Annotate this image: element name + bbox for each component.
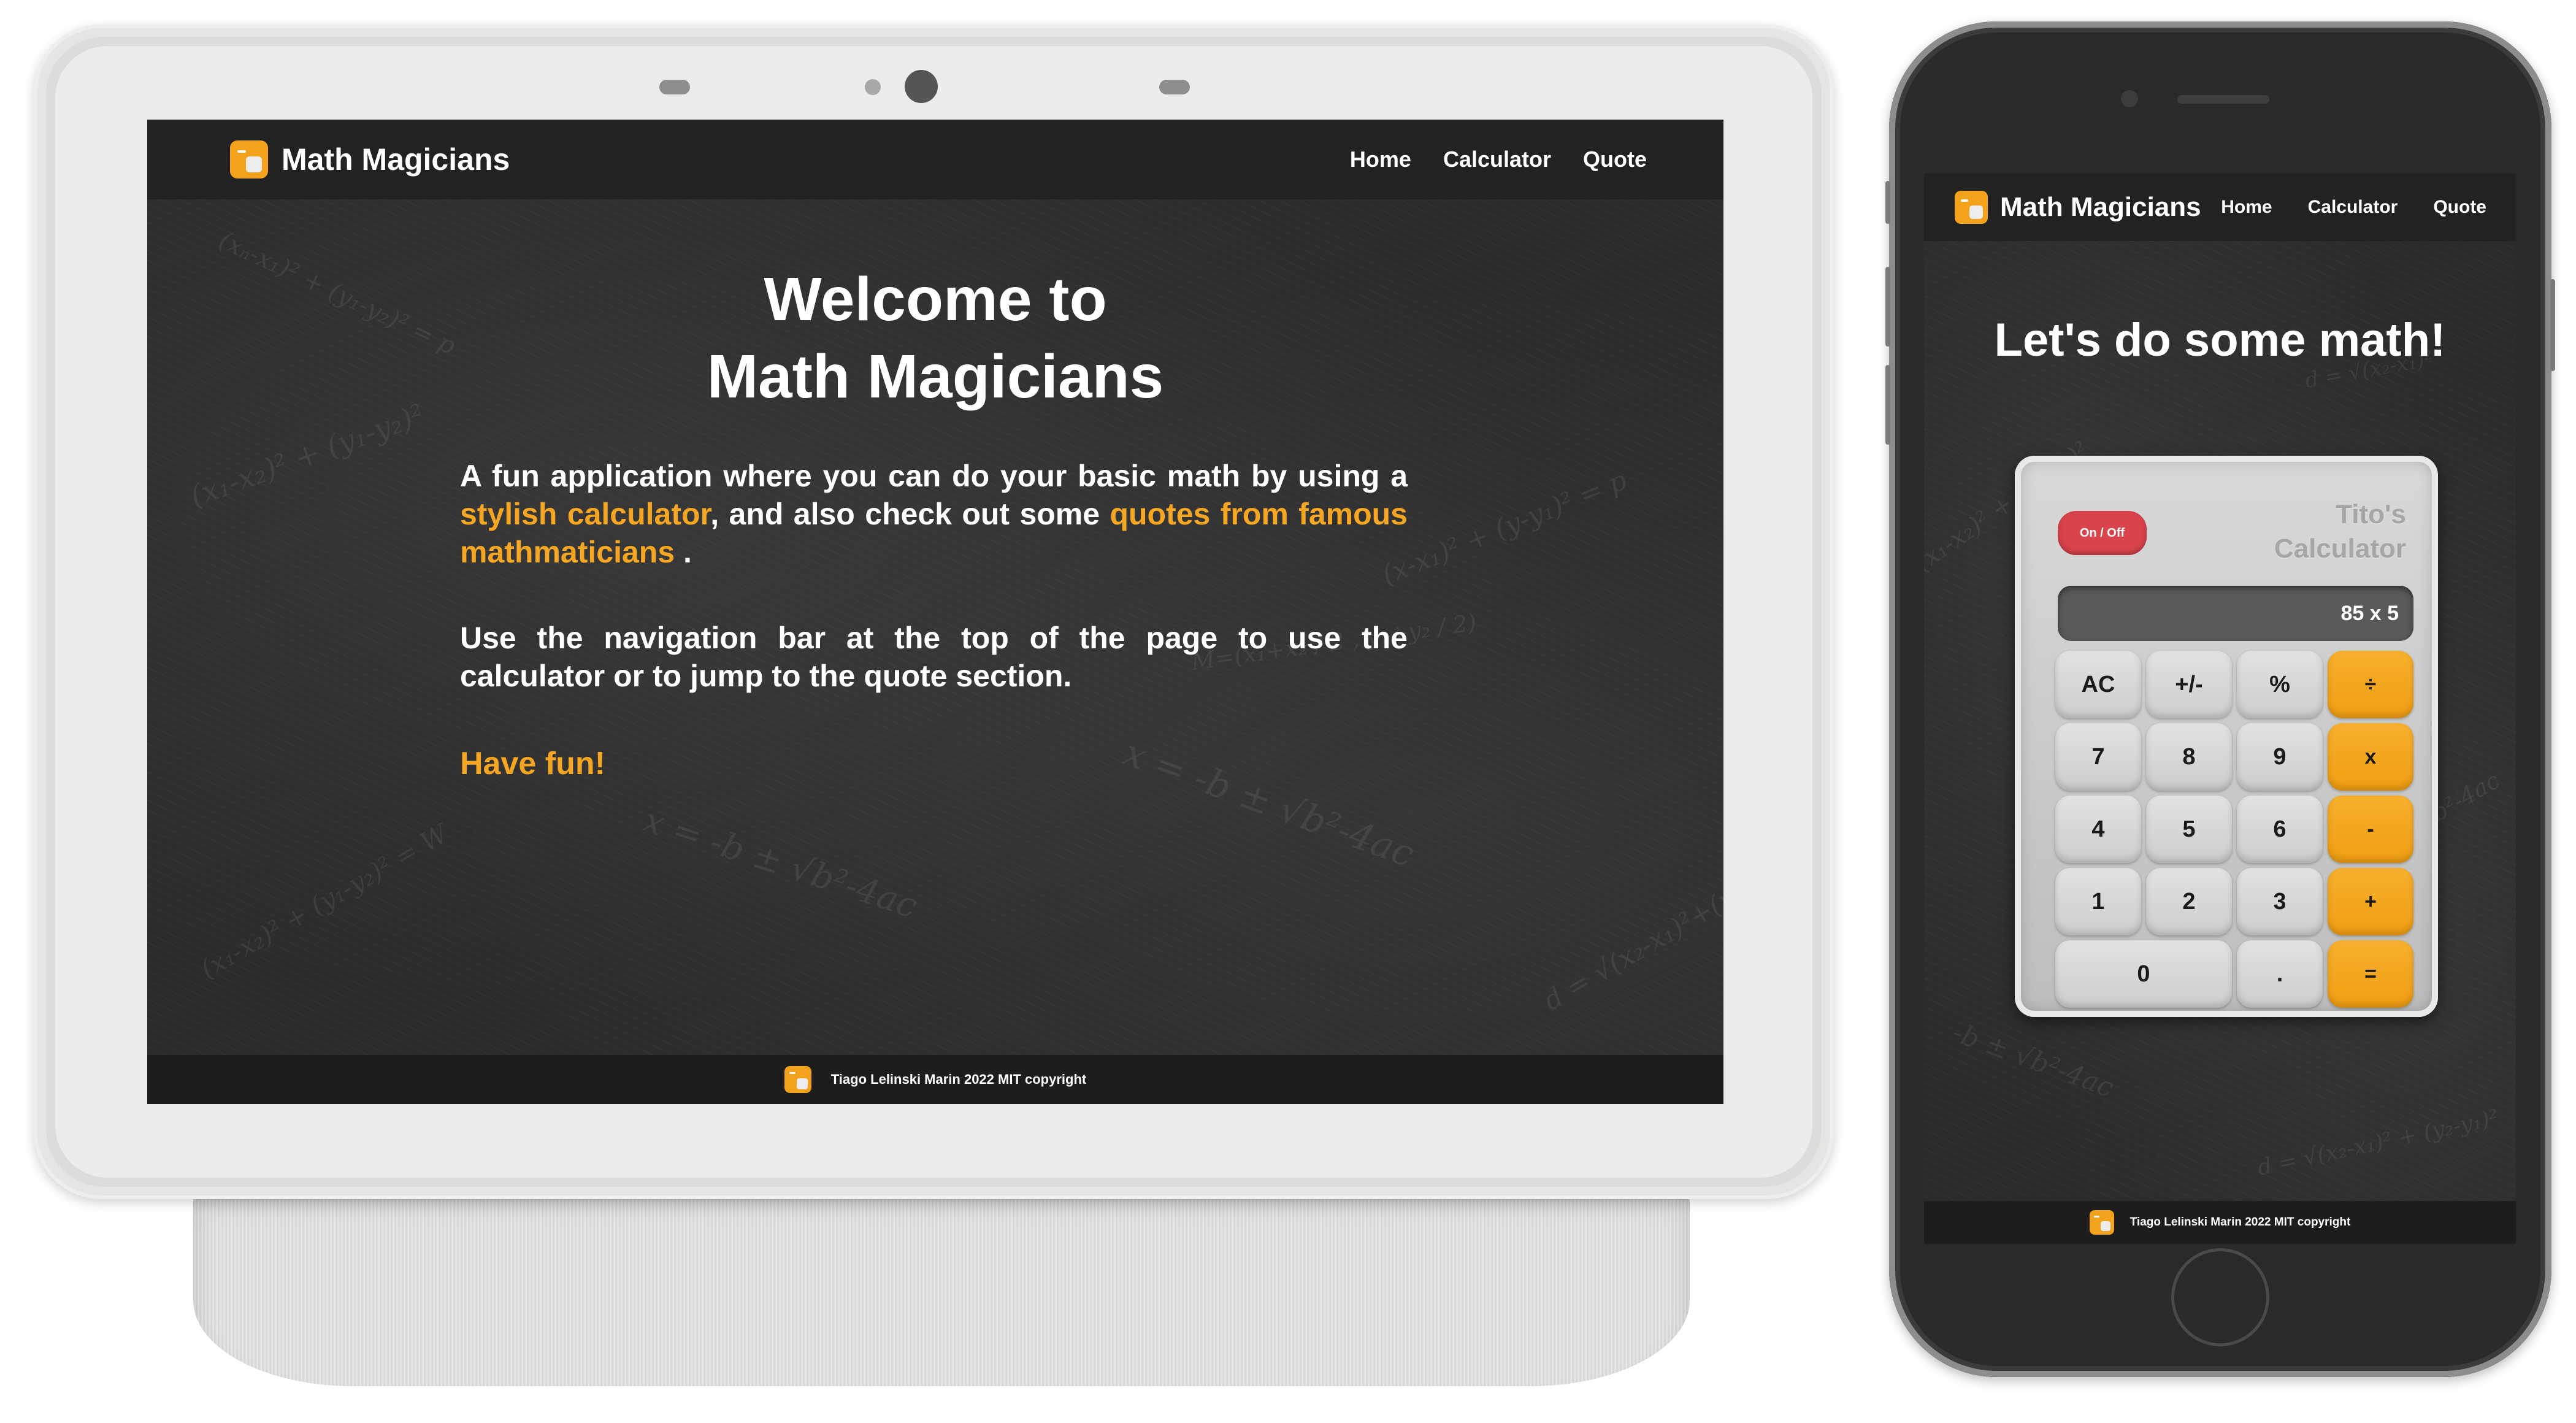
calc-key[interactable]: 4	[2055, 796, 2141, 863]
phone-volume-down	[1885, 365, 1890, 445]
chalk-formula: x = -b ± √b²-4ac	[1118, 731, 1420, 876]
home-button[interactable]	[2171, 1248, 2269, 1346]
phone-screen-calculator-page: (x₁-x₂)² + (y₁-y₂)² d = √(x₂-x₁)² -b ± √…	[1924, 174, 2516, 1244]
hub-sensor-dot	[865, 79, 881, 95]
calculator-brand-label: Tito's Calculator	[2274, 497, 2406, 566]
calculator-brand-line-1: Tito's	[2336, 499, 2406, 529]
calculator-icon	[784, 1066, 811, 1093]
brand[interactable]: Math Magicians	[1955, 191, 2201, 224]
calculator-heading: Let's do some math!	[1994, 314, 2446, 366]
intro-text-start: A fun application where you can do your …	[460, 459, 1408, 493]
nav-link-calculator[interactable]: Calculator	[1443, 147, 1551, 172]
brand[interactable]: Math Magicians	[230, 140, 510, 178]
nav-link-calculator[interactable]: Calculator	[2308, 197, 2398, 218]
calc-key[interactable]: %	[2237, 651, 2323, 718]
calc-key[interactable]: 3	[2237, 868, 2323, 935]
calculator-icon	[2089, 1210, 2114, 1235]
chalk-formula: -b ± √b²-4ac	[1948, 1016, 2118, 1104]
footer: Tiago Lelinski Marin 2022 MIT copyright	[147, 1055, 1723, 1104]
footer-copyright: Tiago Lelinski Marin 2022 MIT copyright	[830, 1072, 1087, 1087]
intro-text-end: .	[675, 535, 692, 569]
nav-links: Home Calculator Quote	[2209, 197, 2486, 218]
have-fun-text: Have fun!	[460, 746, 605, 781]
front-camera-icon	[2121, 90, 2138, 107]
calc-key[interactable]: 0	[2055, 940, 2232, 1008]
hub-camera-icon	[905, 70, 938, 103]
navbar: Math Magicians Home Calculator Quote	[1924, 174, 2516, 241]
nav-links: Home Calculator Quote	[1318, 147, 1647, 172]
phone-power-button	[2550, 279, 2555, 371]
phone-device-frame: (x₁-x₂)² + (y₁-y₂)² d = √(x₂-x₁)² -b ± √…	[1885, 21, 2555, 1377]
chalk-formula: x = -b ± √b²-4ac	[638, 800, 922, 927]
calc-key[interactable]: 5	[2146, 796, 2232, 863]
hub-sensor-right	[1159, 80, 1190, 94]
title-line-2: Math Magicians	[707, 342, 1164, 411]
calc-key[interactable]: +	[2328, 868, 2413, 935]
calculator-display: 85 x 5	[2058, 586, 2413, 641]
calculator: On / Off Tito's Calculator 85 x 5 AC +/-%…	[2015, 456, 2438, 1017]
phone-volume-up	[1885, 267, 1890, 347]
footer-copyright: Tiago Lelinski Marin 2022 MIT copyright	[2129, 1216, 2351, 1229]
calculator-keypad: AC +/-% ÷ 7 8 9 x 4 5 6- 1 2 3 +0. =	[2055, 651, 2417, 1008]
calc-key[interactable]: .	[2237, 940, 2323, 1008]
calc-key[interactable]: -	[2328, 796, 2413, 863]
chalk-formula: (x-x₁)² + (y-y₁)² = p	[1377, 464, 1631, 591]
phone-speaker	[2177, 95, 2269, 104]
chalk-formula: (x₁-x₂)² + (y₁-y₂)² = W	[195, 818, 453, 984]
calc-key[interactable]: 9	[2237, 723, 2323, 791]
chalk-formula: d = √(x₂-x₁)²+(y₂-y₁)²	[1538, 848, 1723, 1017]
intro-text-mid: , and also check out some	[710, 497, 1110, 531]
stylish-calculator-link[interactable]: stylish calculator	[460, 497, 710, 531]
calculator-brand-line-2: Calculator	[2274, 534, 2406, 564]
nav-link-home[interactable]: Home	[2221, 197, 2272, 218]
navbar: Math Magicians Home Calculator Quote	[147, 120, 1723, 199]
device-mockup-stage: (x₁-x₂)² + (y₁-y₂)² (xₙ-x₁)² + (y₁-y₂)² …	[0, 0, 2576, 1423]
calc-key[interactable]: +/-	[2146, 651, 2232, 718]
calculator-icon	[1955, 191, 1988, 224]
brand-name: Math Magicians	[282, 142, 510, 177]
hub-speaker-base	[193, 1184, 1690, 1386]
calc-key[interactable]: 1	[2055, 868, 2141, 935]
calc-key[interactable]: 8	[2146, 723, 2232, 791]
phone-mute-switch	[1885, 181, 1890, 224]
calc-key[interactable]: AC	[2055, 651, 2141, 718]
intro-paragraph-1: A fun application where you can do your …	[460, 457, 1408, 571]
hub-screen-home-page: (x₁-x₂)² + (y₁-y₂)² (xₙ-x₁)² + (y₁-y₂)² …	[147, 120, 1723, 1104]
power-button[interactable]: On / Off	[2058, 511, 2147, 555]
intro-text: A fun application where you can do your …	[460, 457, 1408, 743]
hub-sensor-left	[659, 80, 690, 94]
intro-paragraph-2: Use the navigation bar at the top of the…	[460, 621, 1408, 693]
calculator-icon	[230, 140, 268, 178]
nav-link-home[interactable]: Home	[1350, 147, 1411, 172]
nav-link-quote[interactable]: Quote	[2433, 197, 2486, 218]
calc-key[interactable]: x	[2328, 723, 2413, 791]
calc-key[interactable]: =	[2328, 940, 2413, 1008]
brand-name: Math Magicians	[2000, 192, 2201, 222]
nav-link-quote[interactable]: Quote	[1583, 147, 1647, 172]
title-line-1: Welcome to	[764, 265, 1107, 334]
page-title: Welcome to Math Magicians	[147, 261, 1723, 415]
calc-key[interactable]: 6	[2237, 796, 2323, 863]
calc-key[interactable]: 7	[2055, 723, 2141, 791]
calc-key[interactable]: 2	[2146, 868, 2232, 935]
chalk-formula: d = √(x₂-x₁)² + (y₂-y₁)²	[2255, 1105, 2501, 1181]
footer: Tiago Lelinski Marin 2022 MIT copyright	[1924, 1201, 2516, 1244]
calc-key[interactable]: ÷	[2328, 651, 2413, 718]
